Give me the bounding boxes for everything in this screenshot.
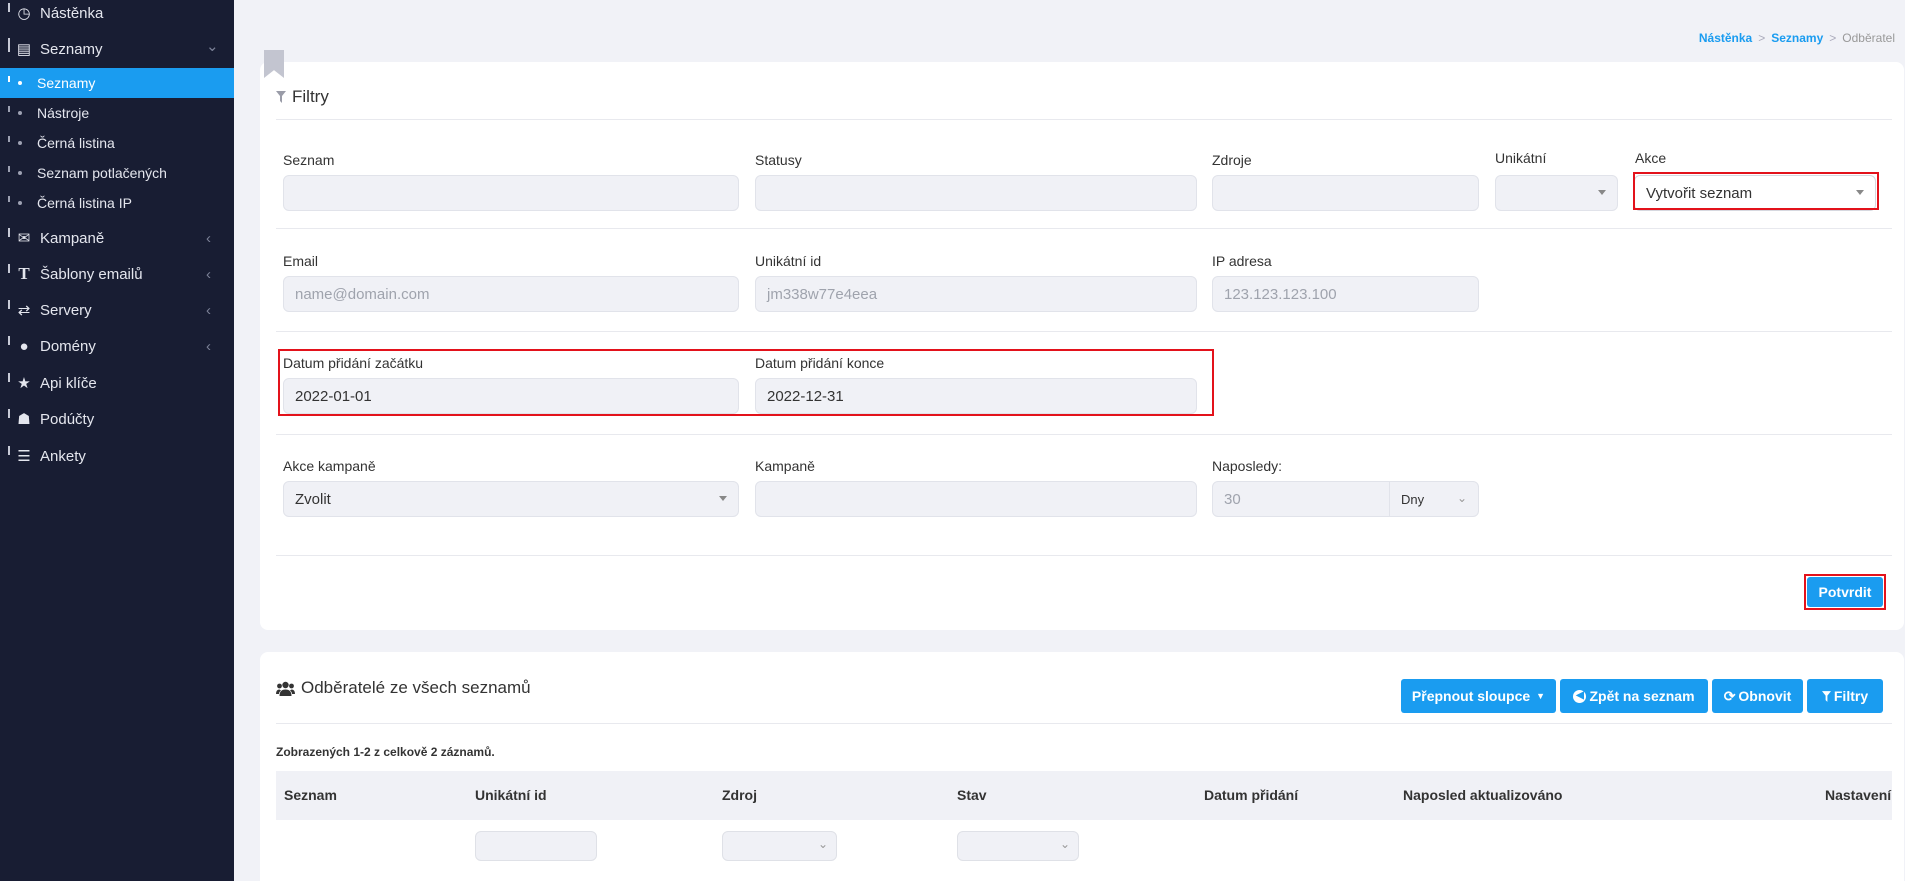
sidebar-item-ankety[interactable]: ☰ Ankety — [0, 441, 234, 471]
column-header-nastaveni: Nastavení — [1825, 787, 1892, 803]
caret-down-icon — [1598, 190, 1606, 195]
users-icon — [276, 681, 295, 696]
list-icon: ▤ — [16, 41, 32, 58]
filter-stav-select[interactable]: ⌄ — [957, 831, 1079, 861]
sidebar-subitem-seznam-potlacenych[interactable]: Seznam potlačených — [0, 158, 234, 188]
text-icon: T — [18, 264, 30, 283]
zdroje-label: Zdroje — [1212, 152, 1252, 168]
column-header-stav[interactable]: Stav — [957, 787, 987, 803]
filter-icon — [1821, 690, 1831, 702]
star-icon: ★ — [17, 375, 31, 392]
sidebar-subitem-seznamy[interactable]: Seznamy — [0, 68, 234, 98]
statusy-label: Statusy — [755, 152, 802, 168]
chevron-left-icon: ‹ — [206, 229, 211, 247]
kampane-label: Kampaně — [755, 458, 815, 474]
toggle-columns-button[interactable]: Přepnout sloupce ▼ — [1401, 679, 1556, 713]
chevron-down-icon: ⌄ — [817, 837, 828, 851]
sidebar: ◷ Nástěnka ▤ Seznamy ⌄ Seznamy Nástroje … — [0, 0, 234, 881]
email-label: Email — [283, 253, 319, 269]
sidebar-item-servery[interactable]: ⇄ Servery ‹ — [0, 295, 234, 325]
chevron-down-icon: ⌄ — [1059, 837, 1070, 851]
sidebar-item-poducty[interactable]: ☗ Podúčty — [0, 404, 234, 434]
table-header: Seznam Unikátní id Zdroj Stav Datum přid… — [276, 771, 1892, 820]
email-field[interactable]: name@domain.com — [283, 276, 739, 312]
kampane-select[interactable] — [755, 481, 1197, 517]
zdroje-select[interactable] — [1212, 175, 1479, 211]
back-to-list-button[interactable]: ◀ Zpět na seznam — [1560, 679, 1708, 713]
refresh-icon: ⟳ — [1723, 687, 1736, 704]
sidebar-item-nastenka[interactable]: ◷ Nástěnka — [0, 0, 234, 28]
akce-highlight — [1633, 172, 1879, 210]
filters-card: Filtry Seznam Statusy Zdroje Unikátní Ak… — [260, 62, 1904, 630]
chevron-down-icon: ⌄ — [206, 38, 219, 55]
unikatni-select[interactable] — [1495, 175, 1618, 211]
sidebar-item-sablony-emailu[interactable]: T Šablony emailů ‹ — [0, 259, 234, 289]
naposledy-unit-select[interactable]: Dny ⌄ — [1389, 481, 1479, 517]
breadcrumb-lists[interactable]: Seznamy — [1771, 31, 1823, 45]
sidebar-item-domeny[interactable]: ● Domény ‹ — [0, 331, 234, 361]
akce-label: Akce — [1635, 150, 1667, 166]
uid-field[interactable]: jm338w77e4eea — [755, 276, 1197, 312]
filters-title: Filtry — [276, 87, 329, 107]
column-header-seznam[interactable]: Seznam — [284, 787, 337, 803]
ip-label: IP adresa — [1212, 253, 1272, 269]
subscribers-title: Odběratelé ze všech seznamů — [276, 678, 531, 698]
breadcrumb: Nástěnka > Seznamy > Odběratel — [1698, 31, 1895, 45]
filter-zdroj-select[interactable]: ⌄ — [722, 831, 837, 861]
dashboard-icon: ◷ — [17, 5, 31, 22]
refresh-button[interactable]: ⟳ Obnovit — [1712, 679, 1803, 713]
sidebar-subitem-cerna-listina[interactable]: Černá listina — [0, 128, 234, 158]
naposledy-label: Naposledy: — [1212, 458, 1283, 474]
sidebar-subitem-cerna-listina-ip[interactable]: Černá listina IP — [0, 188, 234, 218]
column-header-datum-pridani[interactable]: Datum přidání — [1204, 787, 1298, 803]
column-header-unikatni-id[interactable]: Unikátní id — [475, 787, 547, 803]
sidebar-item-kampane[interactable]: ✉ Kampaně ‹ — [0, 223, 234, 253]
sidebar-subitem-nastroje[interactable]: Nástroje — [0, 98, 234, 128]
breadcrumb-home[interactable]: Nástěnka — [1699, 31, 1752, 45]
filter-unikatni-id-input[interactable] — [475, 831, 597, 861]
subscribers-card: Odběratelé ze všech seznamů Přepnout slo… — [260, 652, 1904, 881]
filters-button[interactable]: Filtry — [1807, 679, 1883, 713]
akce-kampane-select[interactable]: Zvolit — [283, 481, 739, 517]
dates-highlight — [278, 349, 1214, 416]
column-header-naposled-aktualizovano[interactable]: Naposled aktualizováno — [1403, 787, 1562, 803]
chevron-down-icon: ⌄ — [1456, 491, 1467, 505]
unikatni-label: Unikátní — [1495, 150, 1547, 166]
caret-down-icon: ▼ — [1536, 691, 1546, 701]
statusy-select[interactable] — [755, 175, 1197, 211]
filter-icon — [276, 91, 286, 103]
chevron-left-icon: ‹ — [206, 265, 211, 283]
seznam-select[interactable] — [283, 175, 739, 211]
list-ul-icon: ☰ — [17, 448, 31, 465]
caret-down-icon — [719, 496, 727, 501]
akce-kampane-label: Akce kampaně — [283, 458, 376, 474]
naposledy-field[interactable]: 30 — [1212, 481, 1390, 517]
column-header-zdroj[interactable]: Zdroj — [722, 787, 757, 803]
results-summary: Zobrazených 1-2 z celkově 2 záznamů. — [276, 745, 495, 759]
circle-arrow-left-icon: ◀ — [1573, 689, 1587, 703]
chevron-left-icon: ‹ — [206, 337, 211, 355]
sidebar-item-seznamy[interactable]: ▤ Seznamy ⌄ — [0, 34, 234, 64]
confirm-highlight — [1804, 574, 1886, 610]
uid-label: Unikátní id — [755, 253, 822, 269]
exchange-icon: ⇄ — [17, 302, 31, 319]
sidebar-item-api-klice[interactable]: ★ Api klíče — [0, 368, 234, 398]
users-icon: ☗ — [17, 411, 31, 428]
globe-icon: ● — [19, 337, 29, 355]
seznam-label: Seznam — [283, 152, 335, 168]
envelope-icon: ✉ — [17, 230, 31, 247]
chevron-left-icon: ‹ — [206, 301, 211, 319]
ip-field[interactable]: 123.123.123.100 — [1212, 276, 1479, 312]
breadcrumb-current: Odběratel — [1842, 31, 1895, 45]
